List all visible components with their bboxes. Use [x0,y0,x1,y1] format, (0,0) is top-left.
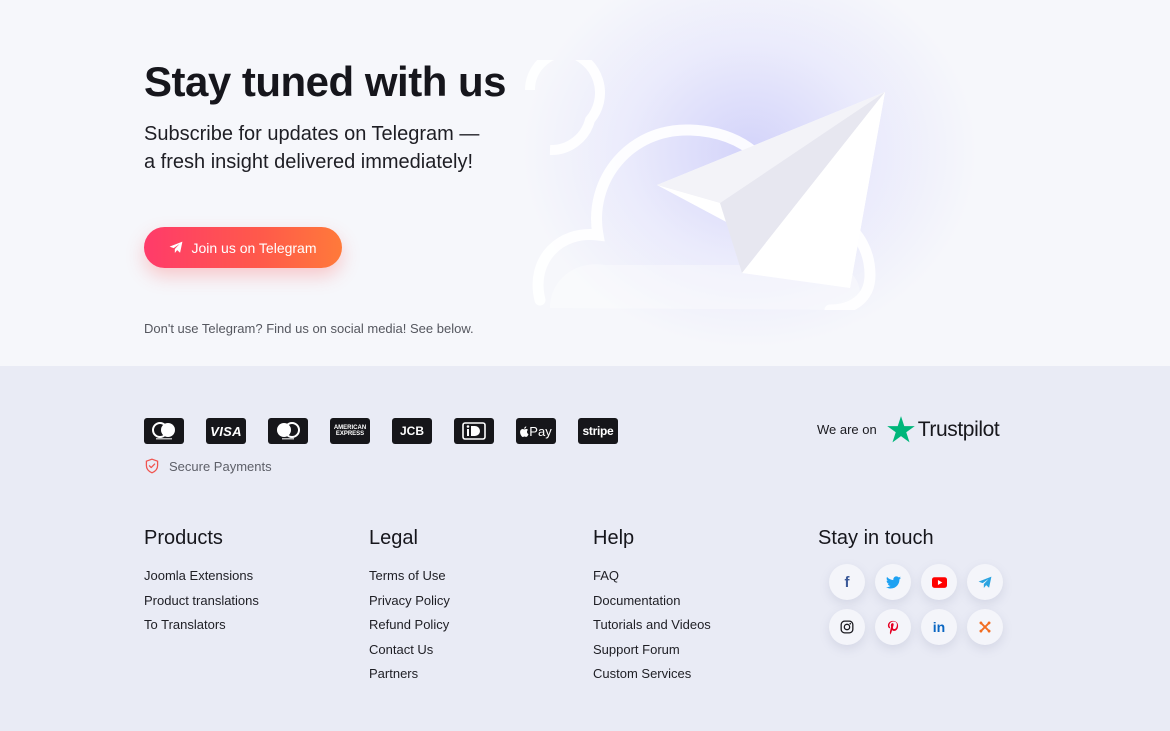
mastercard-icon [144,418,184,444]
legal-column: Legal Terms of Use Privacy Policy Refund… [369,527,450,687]
paper-plane-illustration [525,60,885,310]
link-to-translators[interactable]: To Translators [144,613,259,638]
facebook-icon: f [844,573,850,591]
youtube-icon [931,576,947,588]
linkedin-icon: in [932,619,946,635]
hero-subtitle: Subscribe for updates on Telegram — a fr… [144,120,506,176]
link-support-forum[interactable]: Support Forum [593,638,711,663]
maestro-icon [268,418,308,444]
hero-subtitle-line-2: a fresh insight delivered immediately! [144,151,474,173]
link-custom-services[interactable]: Custom Services [593,662,711,687]
link-product-translations[interactable]: Product translations [144,589,259,614]
products-heading: Products [144,527,223,549]
join-telegram-button[interactable]: Join us on Telegram [144,227,342,268]
joomla-icon [979,621,991,633]
link-tutorials-and-videos[interactable]: Tutorials and Videos [593,613,711,638]
stripe-label: stripe [582,424,614,438]
cloud-outline-small [525,60,605,155]
visa-label: VISA [210,423,242,439]
trustpilot-logo: Trustpilot [886,416,1000,443]
legal-heading: Legal [369,527,418,549]
products-column: Products Joomla Extensions Product trans… [144,527,259,638]
page-title: Stay tuned with us [144,58,507,105]
pinterest-icon [887,620,899,634]
social-twitter[interactable] [875,564,911,600]
visa-icon: VISA [206,418,246,444]
social-joomla[interactable] [967,609,1003,645]
apple-pay-label: Pay [529,423,552,439]
twitter-icon [885,575,901,588]
stripe-icon: stripe [578,418,618,444]
ideal-icon [454,418,494,444]
instagram-icon [840,620,854,634]
jcb-icon: JCB [392,418,432,444]
apple-pay-icon: Pay [516,418,556,444]
social-youtube[interactable] [921,564,957,600]
join-telegram-label: Join us on Telegram [191,239,317,256]
help-heading: Help [593,527,635,549]
telegram-plane-icon [170,241,183,254]
site-footer: VISA AMERICAN EXPRESS JCB Pay stripe Sec… [0,366,1170,731]
amex-label-line-2: EXPRESS [335,431,365,437]
trustpilot-star-icon [886,416,915,443]
amex-icon: AMERICAN EXPRESS [330,418,370,444]
link-contact-us[interactable]: Contact Us [369,638,450,663]
social-links: f in [829,564,1003,645]
hero-subtitle-line-1: Subscribe for updates on Telegram — [144,123,480,145]
secure-payments-label: Secure Payments [169,458,272,474]
social-facebook[interactable]: f [829,564,865,600]
telegram-icon [978,576,992,588]
subscribe-hero: Stay tuned with us Subscribe for updates… [0,0,1170,366]
stay-in-touch-column: Stay in touch [818,527,934,564]
link-refund-policy[interactable]: Refund Policy [369,613,450,638]
social-linkedin[interactable]: in [921,609,957,645]
link-partners[interactable]: Partners [369,662,450,687]
link-privacy-policy[interactable]: Privacy Policy [369,589,450,614]
trustpilot-badge[interactable]: We are on Trustpilot [817,416,1000,443]
trustpilot-brand: Trustpilot [917,417,1000,441]
social-pinterest[interactable] [875,609,911,645]
payment-methods: VISA AMERICAN EXPRESS JCB Pay stripe [144,418,618,444]
shield-check-icon [145,458,159,474]
social-telegram[interactable] [967,564,1003,600]
secure-payments: Secure Payments [144,458,272,474]
stay-in-touch-heading: Stay in touch [818,527,934,549]
trustpilot-prefix: We are on [817,422,877,437]
apple-icon [520,425,529,437]
link-terms-of-use[interactable]: Terms of Use [369,564,450,589]
link-joomla-extensions[interactable]: Joomla Extensions [144,564,259,589]
social-media-note: Don't use Telegram? Find us on social me… [144,321,474,336]
link-faq[interactable]: FAQ [593,564,711,589]
link-documentation[interactable]: Documentation [593,589,711,614]
social-instagram[interactable] [829,609,865,645]
jcb-label: JCB [399,424,424,438]
help-column: Help FAQ Documentation Tutorials and Vid… [593,527,711,687]
